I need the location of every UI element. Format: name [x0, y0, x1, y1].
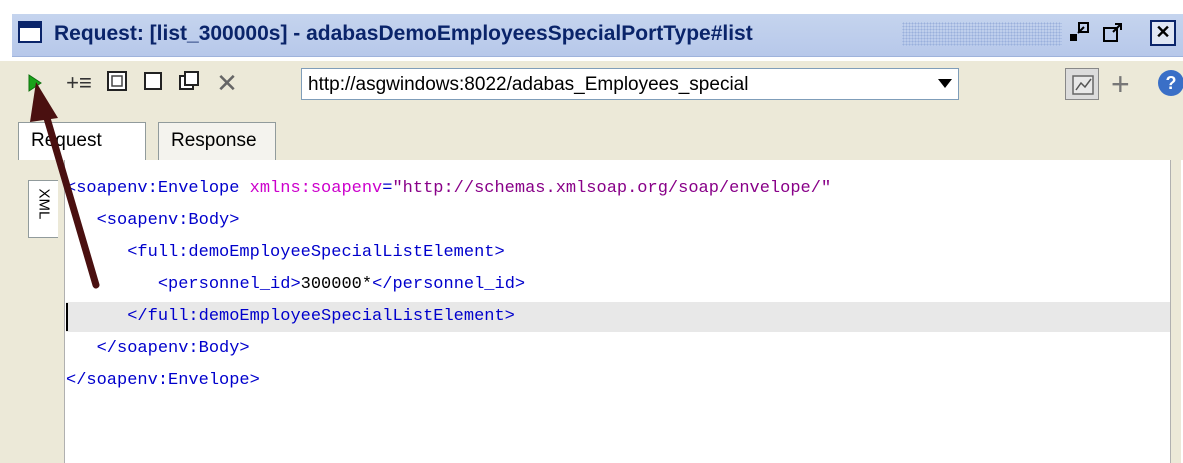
annotation-arrow [30, 82, 100, 289]
